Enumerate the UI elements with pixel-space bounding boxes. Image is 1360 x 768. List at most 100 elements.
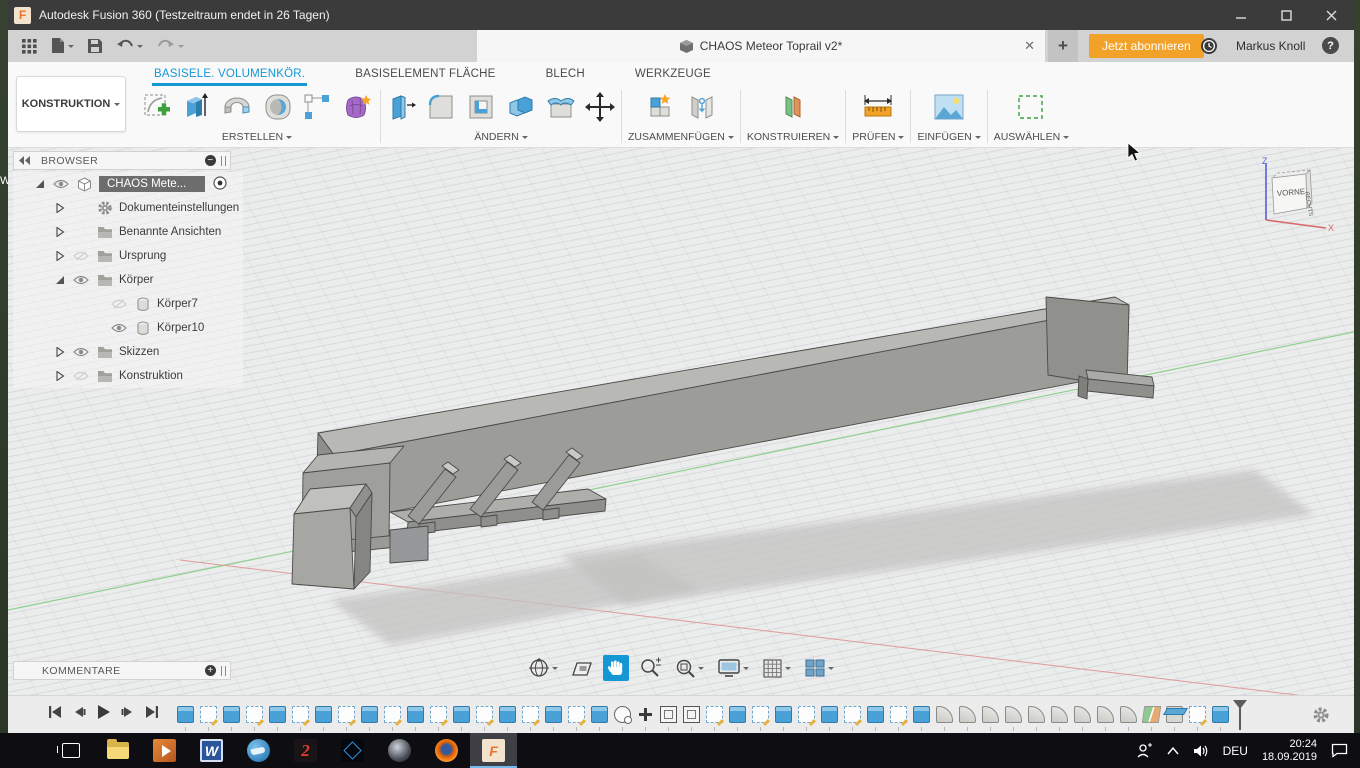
insert-canvas-button[interactable] <box>932 92 966 127</box>
taskbar-app-button[interactable] <box>47 733 94 768</box>
expand-arrow-icon[interactable] <box>33 179 46 189</box>
volume-icon[interactable] <box>1193 744 1209 758</box>
extrude-button[interactable] <box>180 91 212 128</box>
document-tab[interactable]: CHAOS Meteor Toprail v2* ✕ <box>477 30 1045 62</box>
timeline-feature-icon[interactable] <box>660 706 677 723</box>
timeline-feature-icon[interactable] <box>246 706 263 723</box>
people-icon[interactable] <box>1136 743 1153 758</box>
tree-item[interactable]: Dokumenteinstellungen <box>13 196 243 220</box>
timeline-feature-icon[interactable] <box>729 706 746 723</box>
tray-chevron-up-icon[interactable] <box>1167 747 1179 755</box>
timeline-feature-icon[interactable] <box>453 706 470 723</box>
timeline-feature-icon[interactable] <box>338 706 355 723</box>
user-account-button[interactable]: Markus Knoll <box>1236 39 1305 53</box>
collapse-circle-icon[interactable]: − <box>205 155 216 166</box>
timeline-feature-icon[interactable] <box>269 706 286 723</box>
joint-button[interactable] <box>687 91 717 128</box>
timeline-feature-icon[interactable] <box>775 706 792 723</box>
combine-button[interactable] <box>505 91 537 128</box>
timeline-feature-icon[interactable] <box>936 706 953 723</box>
file-menu-button[interactable] <box>51 38 74 54</box>
expand-arrow-icon[interactable] <box>53 227 66 237</box>
taskbar-app-button[interactable] <box>423 733 470 768</box>
taskbar-app-button[interactable] <box>329 733 376 768</box>
tab-werkzeuge[interactable]: WERKZEUGE <box>633 68 713 86</box>
tree-item[interactable]: Ursprung <box>13 244 243 268</box>
timeline-feature-icon[interactable] <box>614 706 631 723</box>
timeline-feature-icon[interactable] <box>867 706 884 723</box>
comments-panel-header[interactable]: KOMMENTARE + <box>13 661 231 680</box>
timeline-feature-icon[interactable] <box>568 706 585 723</box>
timeline-feature-icon[interactable] <box>1189 706 1206 723</box>
subscribe-button[interactable]: Jetzt abonnieren <box>1089 34 1204 58</box>
pan-tool[interactable] <box>603 655 629 681</box>
viewport-canvas[interactable]: Z X VORNE RECHTS BROWSER − <box>8 148 1354 695</box>
timeline-feature-icon[interactable] <box>200 706 217 723</box>
hole-button[interactable] <box>262 91 294 128</box>
new-component-button[interactable] <box>645 91 679 128</box>
timeline-feature-icon[interactable] <box>637 706 654 723</box>
timeline-feature-icon[interactable] <box>1143 706 1160 723</box>
timeline-settings-gear-icon[interactable] <box>1312 706 1330 729</box>
pattern-button[interactable] <box>302 92 332 127</box>
timeline-feature-icon[interactable] <box>798 706 815 723</box>
timeline-feature-icon[interactable] <box>1074 706 1091 723</box>
panel-grip[interactable] <box>221 666 226 676</box>
timeline-feature-icon[interactable] <box>821 706 838 723</box>
timeline-feature-icon[interactable] <box>844 706 861 723</box>
expand-arrow-icon[interactable] <box>53 347 66 357</box>
play-button[interactable] <box>96 704 111 725</box>
action-center-icon[interactable] <box>1331 743 1348 758</box>
timeline-feature-icon[interactable] <box>499 706 516 723</box>
expand-arrow-icon[interactable] <box>91 323 104 333</box>
view-cube[interactable]: Z X VORNE RECHTS <box>1248 156 1340 234</box>
tree-root-item[interactable]: CHAOS Mete... <box>13 172 243 196</box>
taskbar-app-button[interactable] <box>94 733 141 768</box>
activate-component-radio[interactable] <box>213 176 227 193</box>
expand-arrow-icon[interactable] <box>91 299 104 309</box>
expand-arrow-icon[interactable] <box>53 275 66 285</box>
taskbar-app-button[interactable] <box>0 733 47 768</box>
expand-arrow-icon[interactable] <box>53 251 66 261</box>
viewports-tool[interactable] <box>801 655 837 681</box>
tab-blech[interactable]: BLECH <box>544 68 587 86</box>
taskbar-app-button[interactable] <box>235 733 282 768</box>
save-button[interactable] <box>88 39 102 53</box>
timeline-feature-icon[interactable] <box>959 706 976 723</box>
timeline-feature-icon[interactable] <box>407 706 424 723</box>
help-button[interactable]: ? <box>1322 37 1339 54</box>
display-settings-tool[interactable] <box>714 655 752 681</box>
timeline-feature-icon[interactable] <box>1005 706 1022 723</box>
timeline-feature-icon[interactable] <box>292 706 309 723</box>
timeline-feature-icon[interactable] <box>913 706 930 723</box>
revolve-button[interactable] <box>220 91 254 128</box>
language-indicator[interactable]: DEU <box>1223 744 1248 758</box>
step-forward-button[interactable] <box>121 705 135 724</box>
expand-arrow-icon[interactable] <box>53 371 66 381</box>
workspace-selector[interactable]: KONSTRUKTION <box>16 76 126 132</box>
timeline-feature-icon[interactable] <box>890 706 907 723</box>
timeline-feature-icon[interactable] <box>384 706 401 723</box>
maximize-button[interactable] <box>1264 0 1309 30</box>
timeline-feature-icon[interactable] <box>1097 706 1114 723</box>
orbit-tool[interactable] <box>525 654 561 682</box>
timeline-feature-icon[interactable] <box>545 706 562 723</box>
timeline-feature-icon[interactable] <box>223 706 240 723</box>
timeline-feature-icon[interactable] <box>177 706 194 723</box>
timeline-feature-icon[interactable] <box>1166 706 1183 723</box>
new-tab-button[interactable]: + <box>1048 30 1078 62</box>
root-document-label[interactable]: CHAOS Mete... <box>99 176 205 192</box>
close-button[interactable] <box>1309 0 1354 30</box>
tree-item[interactable]: Skizzen <box>13 340 243 364</box>
timeline-feature-icon[interactable] <box>982 706 999 723</box>
measure-button[interactable] <box>860 91 896 128</box>
split-body-button[interactable] <box>545 91 577 128</box>
timeline-feature-icon[interactable] <box>1028 706 1045 723</box>
select-button[interactable] <box>1014 91 1048 128</box>
job-status-clock-icon[interactable] <box>1200 37 1218 60</box>
construction-plane-button[interactable] <box>777 91 809 128</box>
redo-button[interactable] <box>157 39 184 53</box>
go-to-end-button[interactable] <box>145 705 159 724</box>
timeline-feature-icon[interactable] <box>706 706 723 723</box>
step-back-button[interactable] <box>72 705 86 724</box>
